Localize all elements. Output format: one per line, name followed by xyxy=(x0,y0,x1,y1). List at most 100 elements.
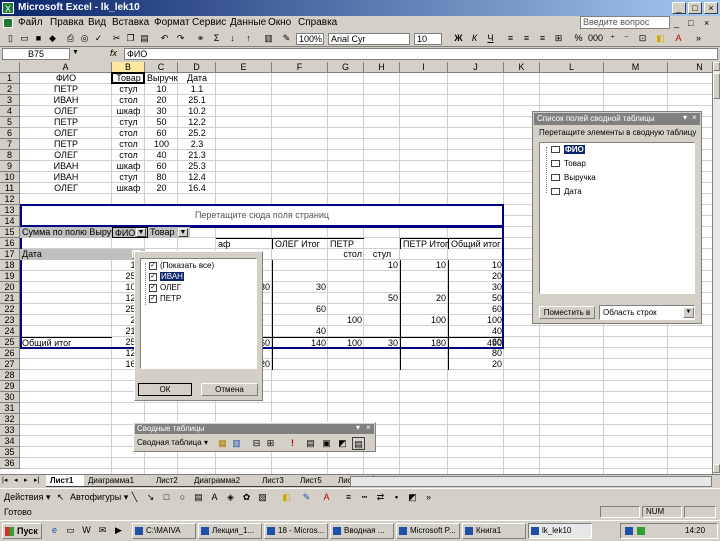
tab-last-icon[interactable]: ▸| xyxy=(34,475,39,487)
pivot-grand-total-value[interactable]: 30 xyxy=(364,337,400,348)
pivot-date-cell[interactable]: 25.2 xyxy=(20,304,145,315)
table-cell[interactable]: шкаф xyxy=(112,161,145,172)
table-cell[interactable]: шкаф xyxy=(112,106,145,117)
table-cell[interactable]: 21.3 xyxy=(178,150,216,161)
pivot-value-cell[interactable] xyxy=(328,260,364,271)
percent-icon[interactable]: % xyxy=(572,32,585,45)
pivot-value-cell[interactable] xyxy=(272,271,328,282)
menu-file[interactable]: Файл xyxy=(18,16,43,30)
pivot-value-cell[interactable]: 10 xyxy=(400,260,448,271)
spelling-icon[interactable]: ✓ xyxy=(92,32,105,45)
quicklaunch-ie-icon[interactable]: e xyxy=(48,524,61,537)
diagram-icon[interactable]: ◈ xyxy=(224,491,237,504)
shadow-icon[interactable]: ▪ xyxy=(390,491,403,504)
checkbox-oleg[interactable]: ✓ xyxy=(149,284,157,292)
table-header-cell[interactable]: Дата xyxy=(178,73,216,84)
table-cell[interactable]: 50 xyxy=(145,117,178,128)
quicklaunch-desktop-icon[interactable]: ▭ xyxy=(64,524,77,537)
table-cell[interactable]: ИВАН xyxy=(20,161,112,172)
pivot-value-cell[interactable] xyxy=(328,271,364,282)
start-button[interactable]: Пуск xyxy=(2,523,42,539)
pivot-grand-total-cell[interactable]: 10 xyxy=(448,260,504,271)
pivot-value-cell[interactable] xyxy=(272,348,328,359)
pivot-grand-total-label[interactable]: Общий итог xyxy=(20,337,112,348)
table-cell[interactable]: ИВАН xyxy=(20,95,112,106)
save-icon[interactable]: ■ xyxy=(32,32,45,45)
menu-insert[interactable]: Вставка xyxy=(112,16,149,30)
product-dropdown-icon[interactable]: ▼ xyxy=(178,228,188,237)
pivot-date-cell[interactable]: 12.4 xyxy=(20,348,145,359)
draw-fill-icon[interactable]: ◧ xyxy=(280,491,293,504)
menu-data[interactable]: Данные xyxy=(230,16,266,30)
open-icon[interactable]: ▭ xyxy=(18,32,31,45)
table-cell[interactable]: 40 xyxy=(145,150,178,161)
filter-item-all[interactable]: ✓ (Показать все) xyxy=(149,261,214,272)
refresh-data-icon[interactable]: ! xyxy=(286,437,299,450)
doc-icon[interactable] xyxy=(3,18,13,28)
undo-icon[interactable]: ↶ xyxy=(158,32,171,45)
pivot-value-cell[interactable] xyxy=(364,359,400,370)
textbox-icon[interactable]: ▤ xyxy=(192,491,205,504)
tray-language-icon[interactable] xyxy=(625,527,633,535)
fio-dropdown-icon[interactable]: ▼ xyxy=(136,228,146,237)
menu-tools[interactable]: Сервис xyxy=(192,16,226,30)
table-cell[interactable]: 25.3 xyxy=(178,161,216,172)
add-to-button[interactable]: Поместить в xyxy=(539,306,595,319)
table-cell[interactable]: стол xyxy=(112,150,145,161)
sheet-tab[interactable]: Лист3 xyxy=(258,475,298,487)
paste-icon[interactable]: ▤ xyxy=(138,32,151,45)
sort-desc-icon[interactable]: ↑ xyxy=(242,32,255,45)
menu-format[interactable]: Формат xyxy=(154,16,190,30)
table-cell[interactable]: ПЕТР xyxy=(20,139,112,150)
taskbar-button[interactable]: 18 - Micros... xyxy=(264,523,328,539)
table-cell[interactable]: ОЛЕГ xyxy=(20,128,112,139)
excel-icon[interactable]: X xyxy=(2,2,14,14)
pivot-date-cell[interactable]: 12.2 xyxy=(20,293,145,304)
copy-icon[interactable]: ❐ xyxy=(124,32,137,45)
pivot-value-cell[interactable]: 40 xyxy=(272,326,328,337)
pivot-grand-total-value[interactable]: 490 xyxy=(448,337,504,348)
sheet-tab[interactable]: Диаграмма1 xyxy=(84,475,154,487)
table-header-cell[interactable]: ФИО xyxy=(20,73,112,84)
cut-icon[interactable]: ✂ xyxy=(110,32,123,45)
table-cell[interactable]: ОЛЕГ xyxy=(20,183,112,194)
table-cell[interactable]: ИВАН xyxy=(20,172,112,183)
pivot-grand-total-cell[interactable]: 50 xyxy=(448,293,504,304)
field-item-revenue[interactable]: Выручка xyxy=(540,171,690,184)
sheet-tab[interactable]: Лист5 xyxy=(296,475,336,487)
pivot-date-cell[interactable]: 16.4 xyxy=(20,359,145,370)
pivot-value-cell[interactable] xyxy=(364,304,400,315)
name-box-dropdown-icon[interactable]: ▼ xyxy=(72,49,79,56)
taskbar-button[interactable]: lk_lek10 xyxy=(528,523,592,539)
pivot-value-cell[interactable] xyxy=(400,271,448,282)
filter-item-oleg[interactable]: ✓ ОЛЕГ xyxy=(149,283,181,294)
inc-decimal-icon[interactable]: ⁺ xyxy=(606,32,619,45)
pivot-toolbar-title[interactable]: Сводные таблицы xyxy=(135,424,374,434)
select-objects-icon[interactable]: ↖ xyxy=(54,491,67,504)
show-field-list-icon[interactable]: ▤ xyxy=(352,437,365,450)
pivot-value-cell[interactable] xyxy=(328,326,364,337)
drawbar-more-icon[interactable]: » xyxy=(422,491,435,504)
vertical-scrollbar[interactable] xyxy=(712,62,720,474)
table-cell[interactable]: стол xyxy=(112,95,145,106)
table-cell[interactable]: стол xyxy=(112,128,145,139)
pivot-date-cell[interactable]: 21.3 xyxy=(20,326,145,337)
table-cell[interactable]: 60 xyxy=(145,128,178,139)
table-cell[interactable]: 25.1 xyxy=(178,95,216,106)
borders-icon[interactable]: ⊡ xyxy=(636,32,649,45)
italic-icon[interactable]: К xyxy=(468,32,481,45)
scroll-thumb[interactable] xyxy=(713,73,720,99)
font-color-icon[interactable]: A xyxy=(672,32,685,45)
area-select[interactable]: Область строк xyxy=(599,305,695,320)
table-cell[interactable]: 16.4 xyxy=(178,183,216,194)
hide-detail-icon[interactable]: ⊟ xyxy=(250,437,263,450)
tab-next-icon[interactable]: ▸ xyxy=(24,475,28,487)
draw-font-color-icon[interactable]: A xyxy=(320,491,333,504)
show-detail-icon[interactable]: ⊞ xyxy=(264,437,277,450)
pivot-value-cell[interactable] xyxy=(364,282,400,293)
menu-view[interactable]: Вид xyxy=(88,16,106,30)
table-cell[interactable]: шкаф xyxy=(112,183,145,194)
hyperlink-icon[interactable]: ⚭ xyxy=(194,32,207,45)
field-settings-icon[interactable]: ◩ xyxy=(336,437,349,450)
draw-actions-menu[interactable]: Действия ▾ xyxy=(4,492,50,503)
